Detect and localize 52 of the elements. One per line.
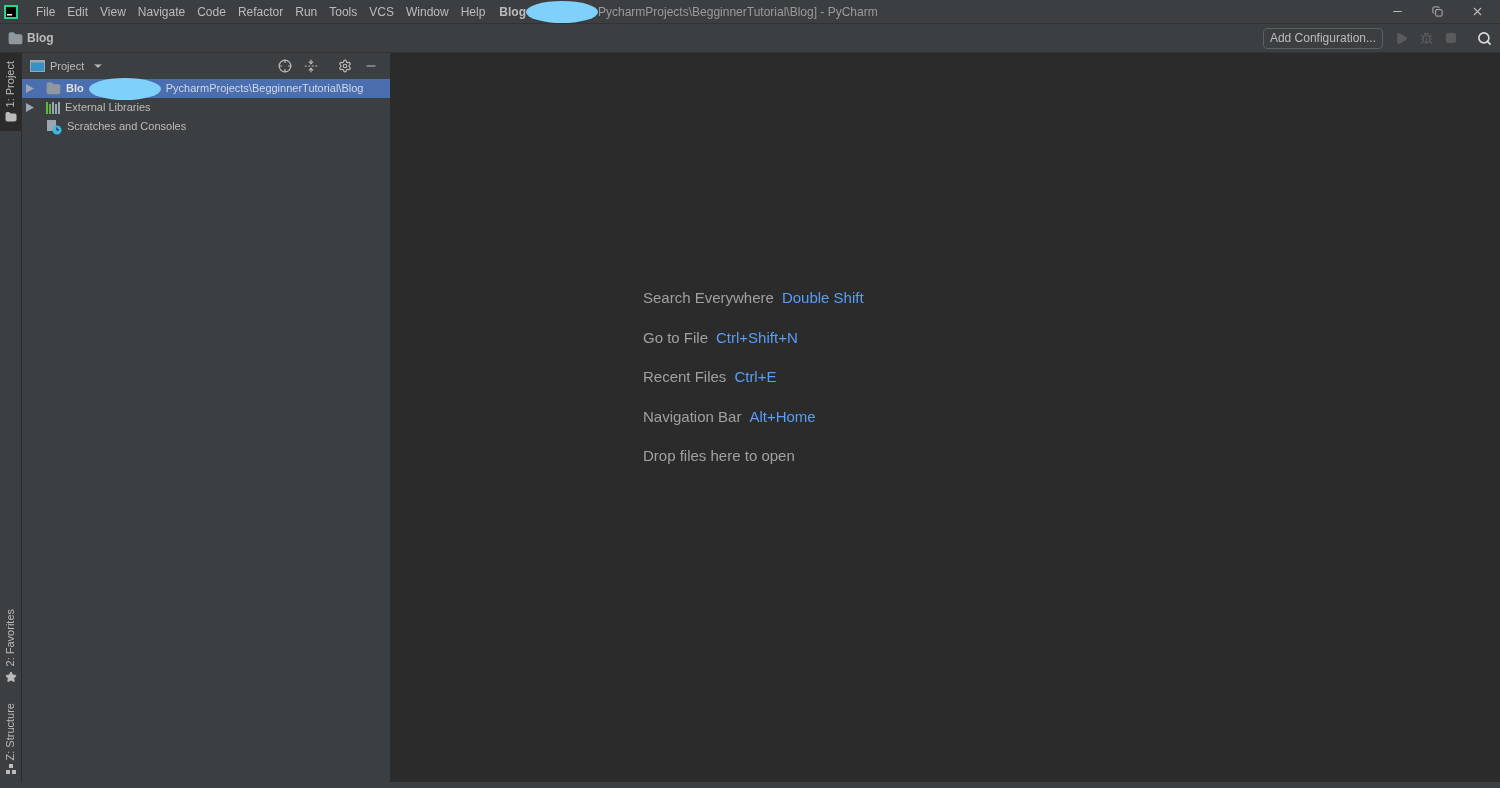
structure-icon (5, 764, 16, 774)
menu-item[interactable]: View (94, 2, 132, 21)
menu-item[interactable]: Tools (323, 2, 364, 21)
settings-icon[interactable] (338, 59, 352, 73)
restore-icon[interactable] (1432, 6, 1443, 17)
folder-icon (4, 111, 17, 124)
menu-item[interactable]: Run (289, 2, 324, 21)
app-logo-icon (4, 4, 18, 19)
scratch-file-icon (46, 118, 62, 135)
menu-item[interactable]: File (30, 2, 62, 21)
folder-icon (46, 81, 61, 96)
tree-item[interactable]: Blo PycharmProjects\BegginnerTutorial\Blog (22, 79, 390, 98)
tree-item[interactable]: Scratches and Consoles (22, 117, 390, 136)
menu-item[interactable]: Refactor (231, 2, 290, 21)
hint-label: Search Everywhere (643, 288, 774, 309)
shortcut-text: Ctrl+Shift+N (716, 327, 798, 348)
tree-item[interactable]: External Libraries (22, 98, 390, 117)
tool-window-tab[interactable]: 2: Favorites (0, 601, 21, 691)
shortcut-text: Alt+Home (749, 406, 816, 427)
collapse-icon[interactable] (304, 59, 318, 73)
breadcrumb[interactable]: Blog (27, 29, 54, 47)
hint-label: Drop files here to open (643, 446, 795, 467)
tree-item-label: External Libraries (65, 100, 151, 116)
panel-icon (30, 60, 45, 72)
close-icon[interactable] (1471, 5, 1484, 18)
panel-title[interactable]: Project (50, 57, 85, 75)
menu-item[interactable]: VCS (363, 2, 400, 21)
library-icon (46, 101, 60, 114)
search-icon[interactable] (1477, 30, 1492, 46)
redaction-mark (526, 0, 598, 23)
add-configuration-button[interactable]: Add Configuration... (1262, 27, 1383, 49)
shortcut-text: Ctrl+E (734, 367, 777, 388)
tree-item-label: Scratches and Consoles (67, 119, 187, 135)
tree-item-label: Blo (66, 81, 84, 97)
window-title: Blog (499, 3, 526, 21)
menu-item[interactable]: Navigate (131, 2, 192, 21)
expand-arrow-icon[interactable] (26, 103, 34, 112)
menu-item[interactable]: Help (454, 2, 492, 21)
window-title: PycharmProjects\BegginnerTutorial\Blog] - PyCharm (598, 3, 878, 21)
star-icon (4, 670, 17, 683)
locate-icon[interactable] (278, 59, 292, 73)
menu-item[interactable]: Window (399, 2, 455, 21)
tool-window-tab[interactable]: 1: Project (0, 53, 21, 132)
menu-item[interactable]: Edit (61, 2, 95, 21)
hint-label: Navigation Bar (643, 406, 742, 427)
folder-icon (8, 30, 23, 46)
tree-item-path: PycharmProjects\BegginnerTutorial\Blog (165, 81, 364, 97)
hint-label: Go to File (643, 327, 709, 348)
hint-label: Recent Files (643, 367, 727, 388)
shortcut-text: Double Shift (781, 288, 864, 309)
tool-window-tab[interactable]: Z: Structure (0, 694, 21, 782)
menu-item[interactable]: Code (191, 2, 232, 21)
